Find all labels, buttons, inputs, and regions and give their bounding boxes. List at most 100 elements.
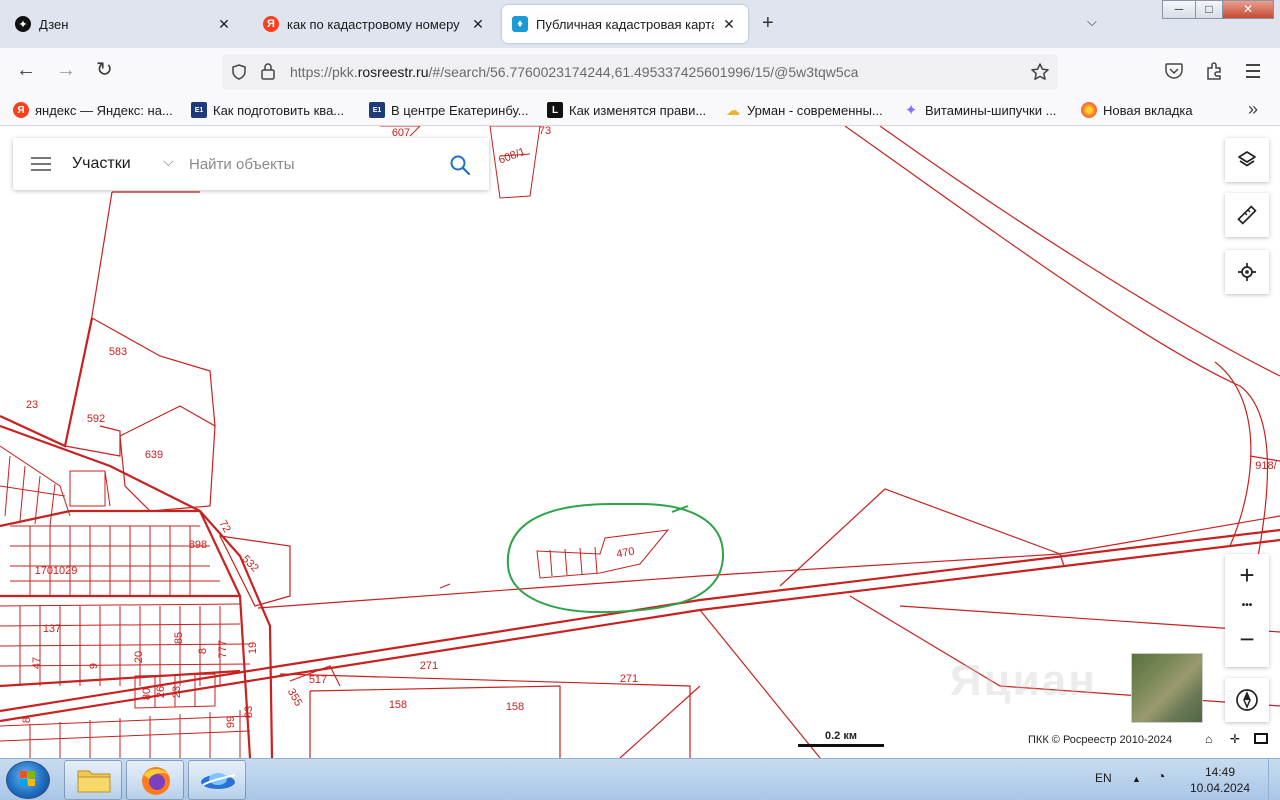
shield-icon[interactable] [230, 63, 248, 81]
tab-yandex-search[interactable]: Я как по кадастровому номеру у ✕ [253, 5, 497, 43]
copyright-text: ПКК © Росреестр 2010-2024 [1028, 734, 1173, 746]
taskbar-explorer[interactable] [64, 760, 122, 800]
close-window-button[interactable]: ✕ [1222, 0, 1274, 19]
boundary-line [1214, 361, 1252, 547]
parcel-label: 26 [155, 686, 167, 698]
ruler-button[interactable] [1225, 193, 1269, 237]
back-icon[interactable]: ← [16, 60, 36, 80]
windows-taskbar: EN ▲ ◔ 14:49 10.04.2024 [0, 758, 1280, 800]
bookmark-label: Новая вкладка [1103, 102, 1193, 118]
bookmark-e1-apartment[interactable]: E1 Как подготовить ква... [191, 101, 344, 119]
scale-bar: 0.2 км [798, 730, 884, 747]
parcel-label: 23 [171, 686, 183, 698]
taskbar-app[interactable] [188, 760, 246, 800]
bookmark-yandex[interactable]: Я яндекс — Яндекс: на... [13, 101, 173, 119]
language-indicator[interactable]: EN [1095, 771, 1112, 785]
bookmark-new-tab[interactable]: ● Новая вкладка [1081, 101, 1193, 119]
parcel-label: 8 [21, 717, 33, 723]
parcel-label: 898 [189, 539, 207, 551]
parcel-label: 271 [620, 673, 638, 685]
search-type-select[interactable]: Участки [72, 155, 131, 173]
l-icon: L [547, 102, 563, 118]
bookmark-star-icon[interactable] [1030, 62, 1050, 82]
show-desktop-button[interactable] [1268, 759, 1280, 800]
close-icon[interactable]: ✕ [720, 16, 738, 33]
more-bookmarks-icon[interactable]: » [1248, 99, 1258, 120]
layers-icon [1238, 151, 1256, 167]
firefox-icon [142, 767, 170, 795]
taskbar-firefox[interactable] [126, 760, 184, 800]
parcel-label: 470 [615, 546, 635, 561]
locate-button[interactable] [1225, 250, 1269, 294]
ruler-icon [1237, 205, 1257, 225]
tab-title: как по кадастровому номеру у [287, 16, 463, 32]
bookmark-rules[interactable]: L Как изменятся прави... [547, 101, 706, 119]
boundary-line [879, 126, 1280, 377]
fullscreen-icon[interactable] [1254, 733, 1268, 744]
bookmark-urman[interactable]: ☁ Урман - современны... [725, 101, 883, 119]
url-prefix: https://pkk. [290, 64, 358, 80]
close-icon[interactable]: ✕ [469, 16, 487, 33]
bookmark-vitamins[interactable]: ✦ Витамины-шипучки ... [903, 101, 1057, 119]
compass-button[interactable] [1225, 678, 1269, 722]
extensions-icon[interactable] [1204, 61, 1224, 81]
parcel-label: 8 [197, 648, 209, 654]
zoom-out-button[interactable]: − [1225, 624, 1269, 655]
parcel-label: 47 [31, 657, 43, 669]
search-icon[interactable] [449, 154, 471, 176]
zoom-in-button[interactable]: + [1225, 560, 1269, 591]
bookmark-label: Урман - современны... [747, 102, 883, 118]
new-tab-button[interactable]: + [762, 12, 774, 35]
reload-icon[interactable]: ↻ [96, 60, 113, 80]
minimize-button[interactable]: ─ [1162, 0, 1196, 19]
bookmark-label: яндекс — Яндекс: на... [35, 102, 173, 118]
boundary-line [844, 126, 1269, 597]
parcel-label: 137 [43, 623, 61, 635]
forward-icon[interactable]: → [56, 60, 76, 80]
url-text[interactable]: https://pkk.rosreestr.ru/#/search/56.776… [290, 64, 858, 80]
parcel-label: 592 [87, 413, 105, 425]
network-icon[interactable]: ◔ [1157, 768, 1165, 784]
url-path: /#/search/56.7760023174244,61.4953374256… [428, 64, 859, 80]
cadastral-map[interactable]: 607 608/1 73 583 23 592 639 898 72 532 1… [0, 126, 1280, 758]
bookmark-label: Как подготовить ква... [213, 102, 345, 118]
menu-icon[interactable] [1246, 64, 1260, 78]
sparkle-icon: ✦ [904, 102, 918, 119]
search-input[interactable] [189, 151, 439, 177]
boundary-line [619, 685, 701, 758]
satellite-minimap[interactable] [1131, 653, 1203, 723]
parcel-label: 608/1 [497, 146, 527, 167]
parcel-label: 777 [217, 640, 229, 658]
screen: ✦ Дзен ✕ Я как по кадастровому номеру у … [0, 0, 1280, 800]
lock-icon[interactable] [260, 62, 276, 81]
search-panel: Участки ⌵ [13, 138, 489, 190]
bookmark-label: Витамины-шипучки ... [925, 102, 1057, 118]
parcel-label: 1701029 [35, 565, 78, 577]
boundary-line [257, 515, 1280, 609]
boundary-line [309, 685, 561, 758]
tab-dzen[interactable]: ✦ Дзен ✕ [5, 5, 243, 43]
ufo-icon [201, 773, 236, 789]
pocket-icon[interactable] [1164, 62, 1184, 80]
more-button[interactable]: ••• [1225, 600, 1269, 611]
e1-icon: E1 [369, 102, 385, 118]
start-button[interactable] [6, 761, 50, 799]
tab-title: Публичная кадастровая карта [536, 16, 714, 32]
clock-date: 10.04.2024 [1189, 781, 1251, 795]
home-icon[interactable]: ⌂ [1205, 732, 1212, 746]
parcel-470 [536, 529, 670, 579]
bookmarks-toolbar: Я яндекс — Яндекс: на... E1 Как подготов… [0, 94, 1280, 126]
hamburger-menu-icon[interactable] [31, 157, 51, 171]
crosshair-icon[interactable]: ✛ [1230, 732, 1240, 746]
maximize-button[interactable]: □ [1195, 0, 1223, 19]
bookmark-e1-center[interactable]: E1 В центре Екатеринбу... [369, 101, 529, 119]
tab-list-button[interactable]: ⌵ [1087, 14, 1097, 30]
tab-cadastral-map[interactable]: ♦ Публичная кадастровая карта ✕ [502, 5, 748, 43]
system-clock[interactable]: 14:49 10.04.2024 [1188, 764, 1252, 796]
close-icon[interactable]: ✕ [215, 16, 233, 33]
chevron-down-icon[interactable]: ⌵ [163, 153, 174, 170]
layers-button[interactable] [1225, 138, 1269, 182]
address-bar[interactable]: https://pkk.rosreestr.ru/#/search/56.776… [222, 54, 1058, 90]
parcel-label: 73 [539, 126, 551, 137]
tray-expand-icon[interactable]: ▲ [1132, 774, 1141, 784]
